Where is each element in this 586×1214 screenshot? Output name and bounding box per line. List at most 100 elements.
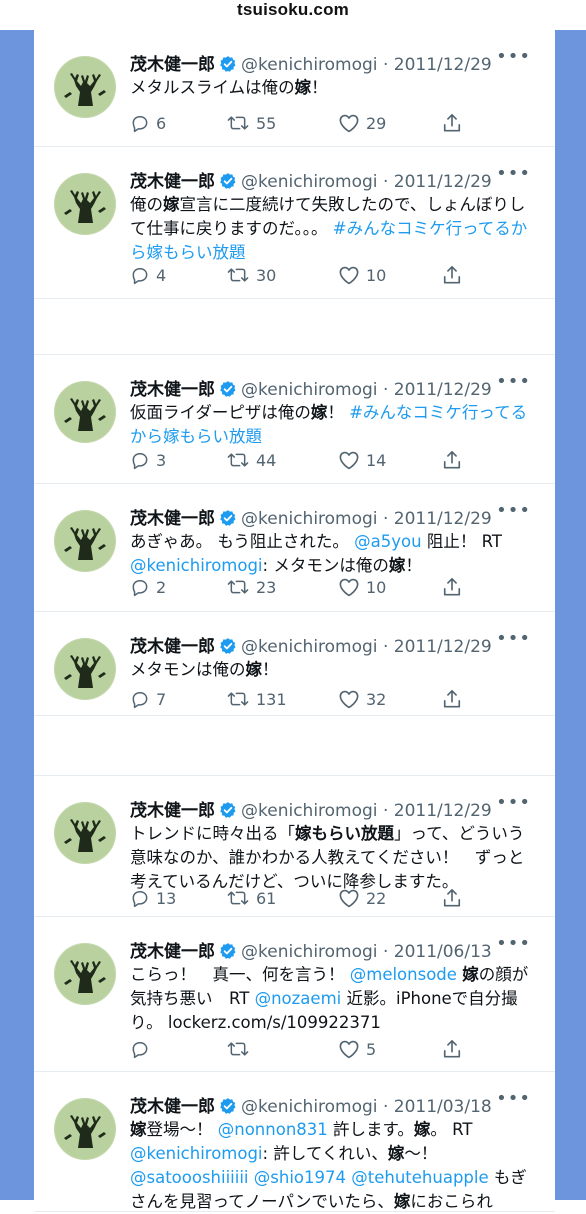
tweet-link[interactable]: @nozaemi <box>255 989 342 1008</box>
tweet-date[interactable]: 2011/12/29 <box>394 509 492 529</box>
retweet-button[interactable]: 55 <box>226 110 276 136</box>
share-button[interactable] <box>442 110 468 136</box>
author-handle[interactable]: @kenichiromogi <box>241 1097 378 1117</box>
like-button[interactable]: 5 <box>338 1036 376 1062</box>
tweet-link[interactable]: @nonnon831 <box>218 1120 328 1139</box>
text-segment: ！ <box>262 660 279 679</box>
reply-button[interactable] <box>130 1036 156 1062</box>
share-button[interactable] <box>442 262 468 288</box>
text-segment: におこられ <box>410 1192 493 1211</box>
share-button[interactable] <box>442 686 468 712</box>
more-options-icon[interactable]: ••• <box>496 46 531 67</box>
author-handle[interactable]: @kenichiromogi <box>241 801 378 821</box>
reply-button[interactable]: 4 <box>130 262 166 288</box>
reply-button[interactable]: 2 <box>130 574 166 600</box>
reply-icon <box>130 689 156 709</box>
more-options-icon[interactable]: ••• <box>496 371 531 392</box>
like-button[interactable]: 22 <box>338 885 386 911</box>
retweet-button[interactable]: 30 <box>226 262 276 288</box>
author-name[interactable]: 茂木健一郎 <box>130 637 215 657</box>
avatar[interactable] <box>54 381 116 443</box>
share-icon <box>442 688 468 710</box>
highlighted-text: 嫁 <box>245 660 263 679</box>
author-handle[interactable]: @kenichiromogi <box>241 172 378 192</box>
author-handle[interactable]: @kenichiromogi <box>241 55 378 75</box>
tweet-link[interactable]: @kenichiromogi <box>130 556 263 575</box>
tweet-header: 茂木健一郎 @kenichiromogi · 2011/12/29 ••• <box>130 46 539 76</box>
highlighted-text: 嫁もらい放題 <box>295 824 394 843</box>
separator: · <box>382 637 389 657</box>
tweet-link[interactable]: @melonsode <box>350 965 457 984</box>
tweet-date[interactable]: 2011/12/29 <box>394 172 492 192</box>
author-name[interactable]: 茂木健一郎 <box>130 942 215 962</box>
avatar[interactable] <box>54 1098 116 1160</box>
tweet-text: 俺の嫁宣言に二度続けて失敗したので、しょんぼりして仕事に戻りますのだ。。。 #み… <box>130 193 535 265</box>
tweet-text: メタモンは俺の嫁！ <box>130 658 535 682</box>
tweet-date[interactable]: 2011/12/29 <box>394 380 492 400</box>
reply-button[interactable]: 13 <box>130 885 176 911</box>
tweet-date[interactable]: 2011/03/18 <box>394 1097 492 1117</box>
separator: · <box>382 380 389 400</box>
retweet-button[interactable]: 23 <box>226 574 276 600</box>
author-name[interactable]: 茂木健一郎 <box>130 1097 215 1117</box>
tweet-date[interactable]: 2011/12/29 <box>394 637 492 657</box>
like-button[interactable]: 10 <box>338 262 386 288</box>
author-name[interactable]: 茂木健一郎 <box>130 509 215 529</box>
author-handle[interactable]: @kenichiromogi <box>241 637 378 657</box>
more-options-icon[interactable]: ••• <box>496 163 531 184</box>
author-name[interactable]: 茂木健一郎 <box>130 172 215 192</box>
author-handle[interactable]: @kenichiromogi <box>241 380 378 400</box>
avatar[interactable] <box>54 173 116 235</box>
retweet-button[interactable]: 131 <box>226 686 287 712</box>
tweet-date[interactable]: 2011/12/29 <box>394 55 492 75</box>
author-name[interactable]: 茂木健一郎 <box>130 380 215 400</box>
retweet-button[interactable] <box>226 1036 256 1062</box>
avatar[interactable] <box>54 943 116 1005</box>
tweet-text: あぎゃあ。 もう阻止された。 @a5you 阻止！ RT @kenichirom… <box>130 530 535 578</box>
author-handle[interactable]: @kenichiromogi <box>241 942 378 962</box>
more-options-icon[interactable]: ••• <box>496 500 531 521</box>
like-button[interactable]: 29 <box>338 110 386 136</box>
avatar[interactable] <box>54 638 116 700</box>
separator: · <box>382 55 389 75</box>
more-options-icon[interactable]: ••• <box>496 628 531 649</box>
more-options-icon[interactable]: ••• <box>496 933 531 954</box>
share-button[interactable] <box>442 1036 468 1062</box>
tweet-text: こらっ！ 真一、何を言う！ @melonsode 嫁の顔が気持ち悪い RT @n… <box>130 963 535 1035</box>
retweet-icon <box>226 450 256 470</box>
tweet-link[interactable]: @shio1974 <box>254 1168 346 1187</box>
tweet-link[interactable]: @satoooshiiiiii <box>130 1168 249 1187</box>
retweet-count: 131 <box>256 689 287 709</box>
share-button[interactable] <box>442 574 468 600</box>
tweet-link[interactable]: @kenichiromogi <box>130 1144 263 1163</box>
retweet-button[interactable]: 61 <box>226 885 276 911</box>
avatar[interactable] <box>54 802 116 864</box>
tweet-date[interactable]: 2011/06/13 <box>394 942 492 962</box>
like-button[interactable]: 14 <box>338 447 386 473</box>
author-name[interactable]: 茂木健一郎 <box>130 801 215 821</box>
retweet-icon <box>226 1039 256 1059</box>
more-options-icon[interactable]: ••• <box>496 792 531 813</box>
verified-badge-icon <box>219 637 237 660</box>
share-button[interactable] <box>442 885 468 911</box>
like-button[interactable]: 10 <box>338 574 386 600</box>
heart-icon <box>338 113 366 133</box>
tweet-item: 茂木健一郎 @kenichiromogi · 2011/12/29 ••• 仮面ライダ… <box>34 354 555 484</box>
avatar[interactable] <box>54 56 116 118</box>
reply-button[interactable]: 3 <box>130 447 166 473</box>
tweet-date[interactable]: 2011/12/29 <box>394 801 492 821</box>
reply-button[interactable]: 7 <box>130 686 166 712</box>
retweet-button[interactable]: 44 <box>226 447 276 473</box>
tweet-item: 茂木健一郎 @kenichiromogi · 2011/12/29 ••• メタルスラ… <box>34 30 555 147</box>
avatar[interactable] <box>54 510 116 572</box>
share-button[interactable] <box>442 447 468 473</box>
author-handle[interactable]: @kenichiromogi <box>241 509 378 529</box>
tweet-link[interactable]: @a5you <box>354 532 421 551</box>
author-name[interactable]: 茂木健一郎 <box>130 55 215 75</box>
like-button[interactable]: 32 <box>338 686 386 712</box>
tweet-header: 茂木健一郎 @kenichiromogi · 2011/12/29 ••• <box>130 371 539 401</box>
heart-icon <box>338 689 366 709</box>
tweet-link[interactable]: @tehutehuapple <box>351 1168 488 1187</box>
reply-button[interactable]: 6 <box>130 110 166 136</box>
more-options-icon[interactable]: ••• <box>496 1088 531 1109</box>
